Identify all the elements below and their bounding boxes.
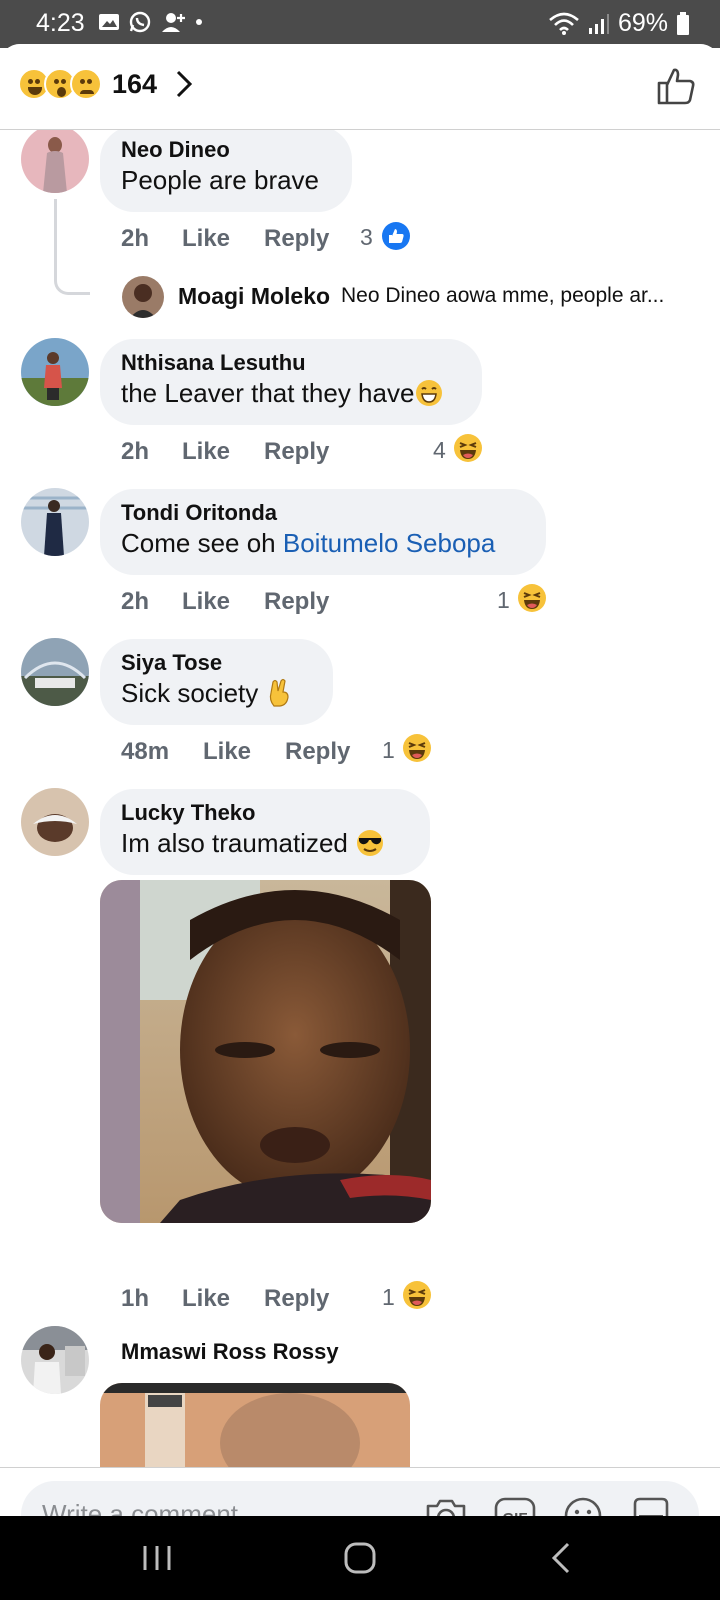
comment-actions: 2h Like Reply xyxy=(121,588,381,618)
comment-composer: Write a comment... GIF xyxy=(0,1467,720,1516)
sunglasses-emoji-icon xyxy=(357,830,384,856)
reaction-count: 1 xyxy=(497,587,510,613)
signal-icon xyxy=(588,13,609,34)
status-time: 4:23 xyxy=(36,9,85,37)
comment-author[interactable]: Tondi Oritonda xyxy=(121,499,525,527)
thumbs-up-icon[interactable] xyxy=(656,66,696,106)
comment-text-line: Come see oh Boitumelo Sebopa xyxy=(121,527,525,559)
chevron-right-icon[interactable] xyxy=(175,69,193,99)
crossed-fingers-emoji-icon xyxy=(269,678,289,707)
comment-time: 2h xyxy=(121,438,150,465)
comment-author[interactable]: Neo Dineo xyxy=(121,136,331,164)
status-system-icons: 69% xyxy=(548,9,690,38)
avatar[interactable] xyxy=(122,276,164,318)
recent-apps-icon[interactable] xyxy=(135,1536,179,1580)
reaction-count: 4 xyxy=(433,437,446,463)
comment-author[interactable]: Mmaswi Ross Rossy xyxy=(121,1338,339,1366)
comments-sheet: 164 Neo Dineo People are brave 2h Like R… xyxy=(0,44,720,1516)
comment-time: 1h xyxy=(121,1285,150,1312)
gif-icon[interactable]: GIF xyxy=(493,1494,537,1516)
comment-time: 2h xyxy=(121,225,150,252)
reaction-count: 164 xyxy=(112,68,158,99)
comment-bubble[interactable]: Tondi Oritonda Come see oh Boitumelo Seb… xyxy=(100,489,546,575)
reactions-header: 164 xyxy=(0,44,720,130)
comment-author[interactable]: Lucky Theko xyxy=(121,799,409,827)
reply-button[interactable]: Reply xyxy=(264,438,329,466)
comment-text: Sick society xyxy=(121,678,259,708)
reply-button[interactable]: Reply xyxy=(264,1285,329,1313)
comment-bubble[interactable]: Lucky Theko Im also traumatized xyxy=(100,789,430,875)
comment-placeholder: Write a comment... xyxy=(42,1499,260,1516)
reply-button[interactable]: Reply xyxy=(285,738,350,766)
gallery-icon xyxy=(99,14,119,30)
comment-actions: 2h Like Reply xyxy=(121,225,381,255)
mention-link[interactable]: Boitumelo Sebopa xyxy=(283,528,495,558)
reaction-count: 3 xyxy=(360,224,373,250)
comment-author[interactable]: Siya Tose xyxy=(121,649,312,677)
reaction-count: 1 xyxy=(382,737,395,763)
reply-text: Neo Dineo aowa mme, people ar... xyxy=(341,284,665,307)
reply-author[interactable]: Moagi Moleko xyxy=(178,283,330,310)
comment-text-line: Im also traumatized xyxy=(121,827,409,859)
comment-text: Im also traumatized xyxy=(121,828,348,858)
battery-percentage: 69% xyxy=(617,9,668,37)
like-button[interactable]: Like xyxy=(182,225,230,253)
comment-input[interactable]: Write a comment... GIF xyxy=(21,1481,699,1516)
comment-photo[interactable] xyxy=(100,1383,410,1467)
avatar[interactable] xyxy=(21,130,89,193)
more-dot-icon xyxy=(196,19,202,25)
whatsapp-icon xyxy=(129,11,151,33)
comment-photo[interactable] xyxy=(100,880,431,1223)
comment-text-line: Sick society xyxy=(121,677,312,709)
comments-list[interactable]: Neo Dineo People are brave 2h Like Reply… xyxy=(0,130,720,1467)
back-icon[interactable] xyxy=(540,1536,584,1580)
avatar[interactable] xyxy=(21,638,89,706)
comment-bubble[interactable]: Siya Tose Sick society xyxy=(100,639,333,725)
comment-actions: 48m Like Reply xyxy=(121,738,381,768)
comment-time: 48m xyxy=(121,738,170,765)
comment-bubble[interactable]: Neo Dineo People are brave xyxy=(100,130,352,212)
reply-preview[interactable]: Moagi Moleko Neo Dineo aowa mme, people … xyxy=(122,275,712,319)
haha-reaction-icon xyxy=(403,1281,431,1309)
haha-reaction-icon xyxy=(403,734,431,762)
status-notification-icons xyxy=(98,10,204,34)
avatar[interactable] xyxy=(21,338,89,406)
reactions-summary[interactable]: 164 xyxy=(18,68,193,100)
comment-text: Come see oh xyxy=(121,528,283,558)
haha-reaction-icon xyxy=(454,434,482,462)
comment-text: People are brave xyxy=(121,165,320,195)
thread-line xyxy=(54,199,90,295)
home-icon[interactable] xyxy=(338,1536,382,1580)
reply-button[interactable]: Reply xyxy=(264,588,329,616)
reply-button[interactable]: Reply xyxy=(264,225,329,253)
emoji-icon[interactable] xyxy=(561,1494,605,1516)
sticker-icon[interactable] xyxy=(629,1494,673,1516)
comment-actions: 2h Like Reply xyxy=(121,438,381,468)
camera-icon[interactable] xyxy=(424,1494,468,1516)
like-button[interactable]: Like xyxy=(182,438,230,466)
reaction-count: 1 xyxy=(382,1284,395,1310)
wifi-icon xyxy=(549,12,579,35)
like-button[interactable]: Like xyxy=(203,738,251,766)
comment-text: the Leaver that they have xyxy=(121,378,415,408)
sad-reaction-icon xyxy=(70,68,102,100)
status-bar: 4:23 69% xyxy=(0,0,720,48)
comment-time: 2h xyxy=(121,588,150,615)
avatar[interactable] xyxy=(21,1326,89,1394)
comment-actions: 1h Like Reply xyxy=(121,1285,381,1315)
comment-author[interactable]: Nthisana Lesuthu xyxy=(121,349,461,377)
grinning-sweat-emoji-icon xyxy=(416,380,443,406)
like-button[interactable]: Like xyxy=(182,588,230,616)
haha-reaction-icon xyxy=(518,584,546,612)
comment-text-line: the Leaver that they have xyxy=(121,377,461,409)
comment-bubble[interactable]: Nthisana Lesuthu the Leaver that they ha… xyxy=(100,339,482,425)
like-button[interactable]: Like xyxy=(182,1285,230,1313)
add-contact-icon xyxy=(162,13,185,32)
avatar[interactable] xyxy=(21,488,89,556)
avatar[interactable] xyxy=(21,788,89,856)
system-navigation-bar xyxy=(0,1516,720,1600)
like-reaction-icon xyxy=(382,222,410,250)
battery-icon xyxy=(677,11,689,35)
